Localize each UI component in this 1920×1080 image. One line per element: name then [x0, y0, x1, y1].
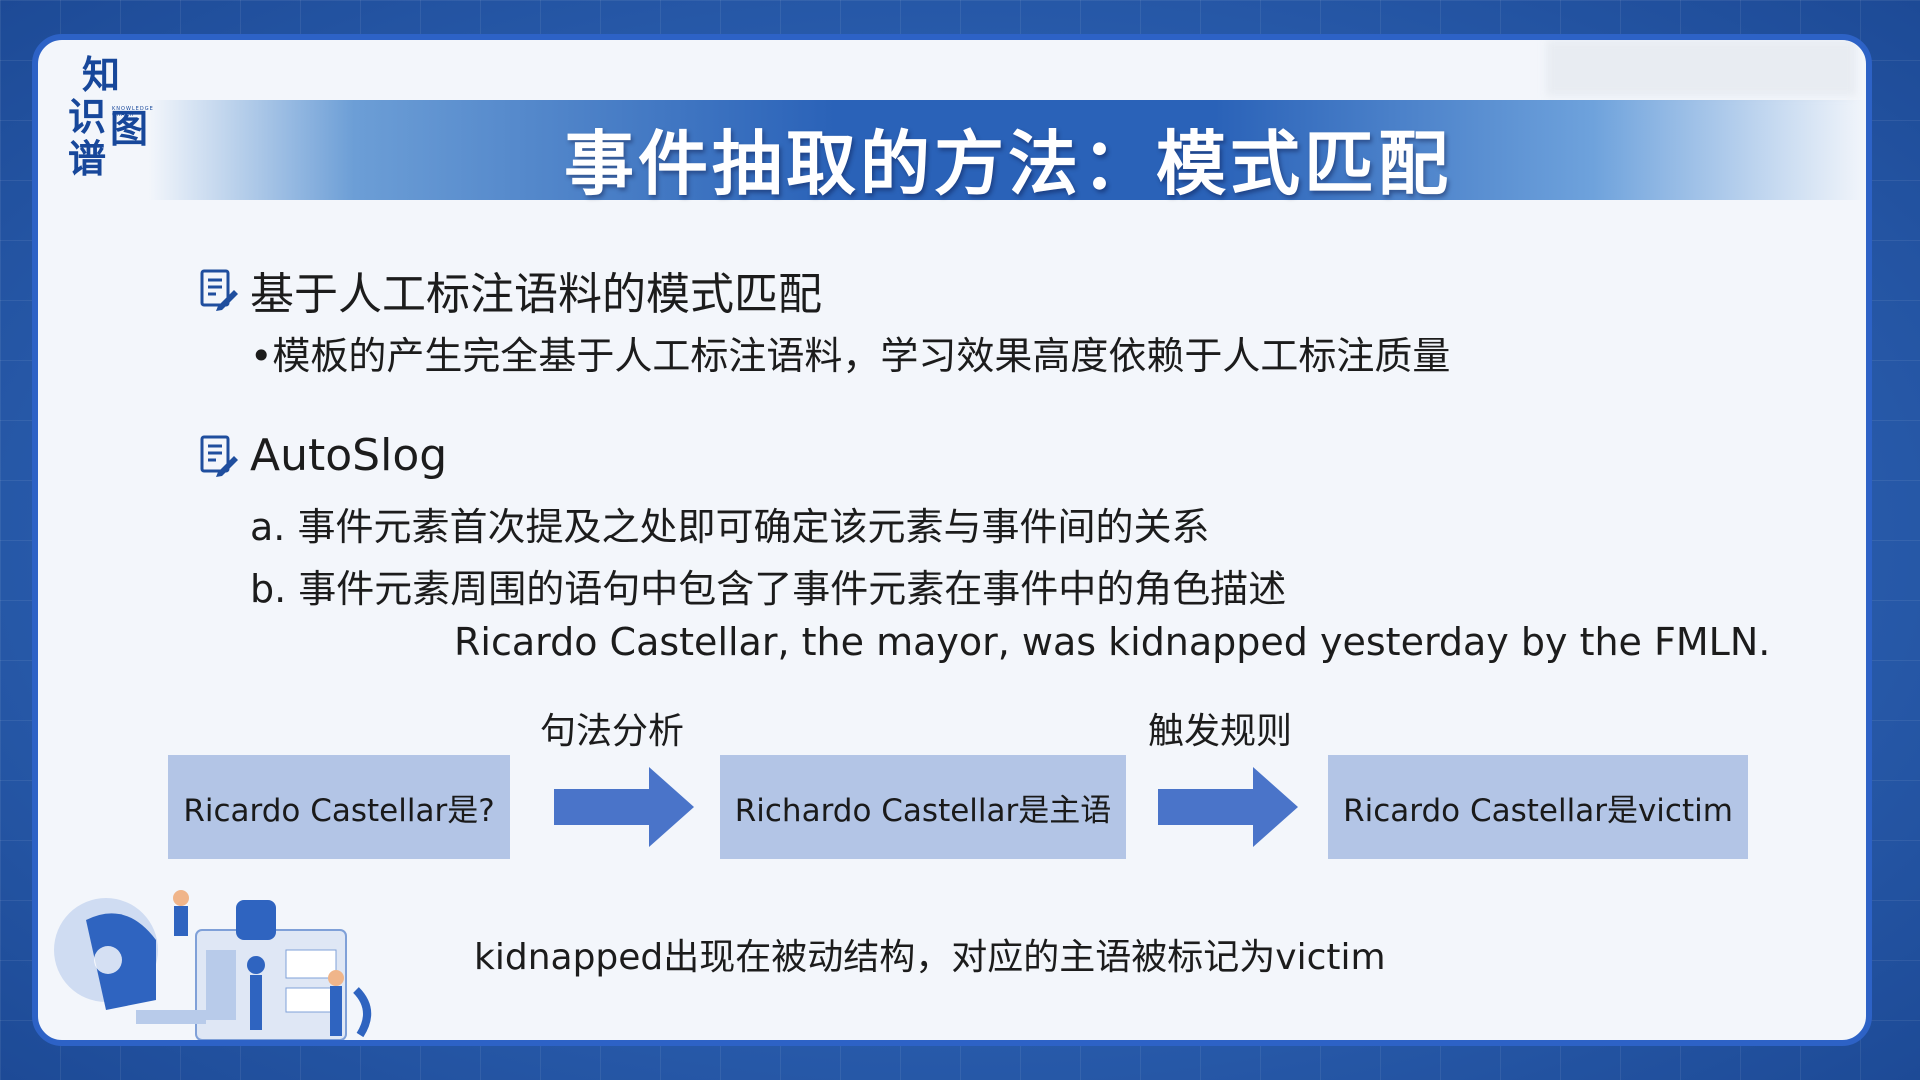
page-title: 事件抽取的方法：模式匹配 — [564, 123, 1452, 205]
section1-bullet: •模板的产生完全基于人工标注语料，学习效果高度依赖于人工标注质量 — [250, 334, 1451, 378]
section2-item-a: a. 事件元素首次提及之处即可确定该元素与事件间的关系 — [250, 505, 1210, 549]
blurred-region — [1546, 40, 1856, 96]
section2-item-b: b. 事件元素周围的语句中包含了事件元素在事件中的角色描述 — [250, 567, 1287, 611]
section1-heading-text: 基于人工标注语料的模式匹配 — [250, 269, 822, 320]
section1-heading: 基于人工标注语料的模式匹配 — [198, 258, 822, 322]
document-icon — [200, 435, 238, 477]
logo-char-4: 谱 — [68, 137, 107, 181]
logo-char-2: 识 — [68, 95, 107, 139]
section2-heading: AutoSlog — [198, 430, 447, 481]
right-arrow-icon — [1158, 767, 1298, 847]
robot-illustration — [54, 890, 371, 1040]
document-icon — [200, 269, 238, 311]
right-arrow-icon — [554, 767, 694, 847]
flow-label-syntax-analysis: 句法分析 — [540, 711, 685, 752]
flow-box-2: Richardo Castellar是主语 — [720, 755, 1126, 859]
logo-char-1: 知 — [82, 53, 121, 97]
example-sentence: Ricardo Castellar, the mayor, was kidnap… — [454, 620, 1771, 664]
flow-box-1: Ricardo Castellar是? — [168, 755, 510, 859]
conclusion-text: kidnapped出现在被动结构，对应的主语被标记为victim — [474, 937, 1386, 978]
slide: 知 识 图 谱 KNOWLEDGE GRAPH 事件抽取的方法：模式匹配 基于人… — [32, 34, 1872, 1046]
logo: 知 识 图 谱 KNOWLEDGE GRAPH — [58, 52, 158, 182]
title-band: 事件抽取的方法：模式匹配 — [148, 100, 1866, 205]
flow-label-trigger-rule: 触发规则 — [1148, 711, 1293, 752]
section2-heading-text: AutoSlog — [250, 430, 448, 481]
flow-box-3: Ricardo Castellar是victim — [1328, 755, 1748, 859]
